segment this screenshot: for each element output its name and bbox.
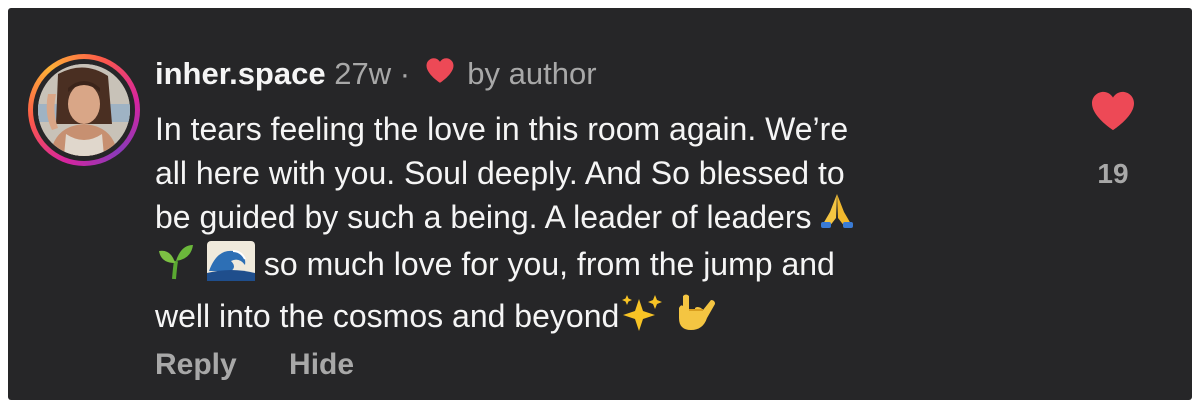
comment-line: well into the cosmos and beyond (155, 298, 620, 334)
comment-line-with-emoji: be guided by such a being. A leader of l… (155, 194, 1055, 241)
timestamp: 27w (334, 56, 392, 92)
avatar-photo (38, 64, 130, 156)
username[interactable]: inher.space (155, 56, 326, 91)
comment-actions: Reply Hide (155, 345, 354, 385)
comment-text: In tears feeling the love in this room a… (155, 107, 1055, 345)
love-you-gesture-emoji (673, 292, 717, 345)
heart-icon (425, 54, 455, 94)
folded-hands-emoji (817, 190, 857, 241)
comment-line-with-emoji: so much love for you, from the jump and (155, 241, 1055, 292)
like-count[interactable]: 19 (1083, 158, 1143, 190)
hide-button[interactable]: Hide (289, 348, 354, 381)
avatar[interactable] (38, 64, 130, 156)
comment-line: In tears feeling the love in this room a… (155, 111, 849, 147)
sparkles-emoji (619, 293, 663, 344)
separator: · (399, 56, 411, 92)
reply-button[interactable]: Reply (155, 348, 237, 381)
seedling-emoji (155, 241, 195, 292)
wave-emoji (207, 241, 255, 292)
like-button[interactable] (1090, 90, 1136, 132)
comment-line: be guided by such a being. A leader of l… (155, 199, 812, 235)
heart-filled-icon (1092, 91, 1134, 131)
author-badge: by author (467, 56, 597, 92)
comment-line: so much love for you, from the jump and (255, 246, 835, 282)
story-ring[interactable] (28, 54, 140, 166)
comment-line-with-emoji: well into the cosmos and beyond (155, 292, 1055, 345)
comment-header: inher.space 27w · by author (155, 54, 597, 98)
comment-line: all here with you. Soul deeply. And So b… (155, 155, 845, 191)
comment-card: inher.space 27w · by author In tears fee… (8, 8, 1192, 400)
